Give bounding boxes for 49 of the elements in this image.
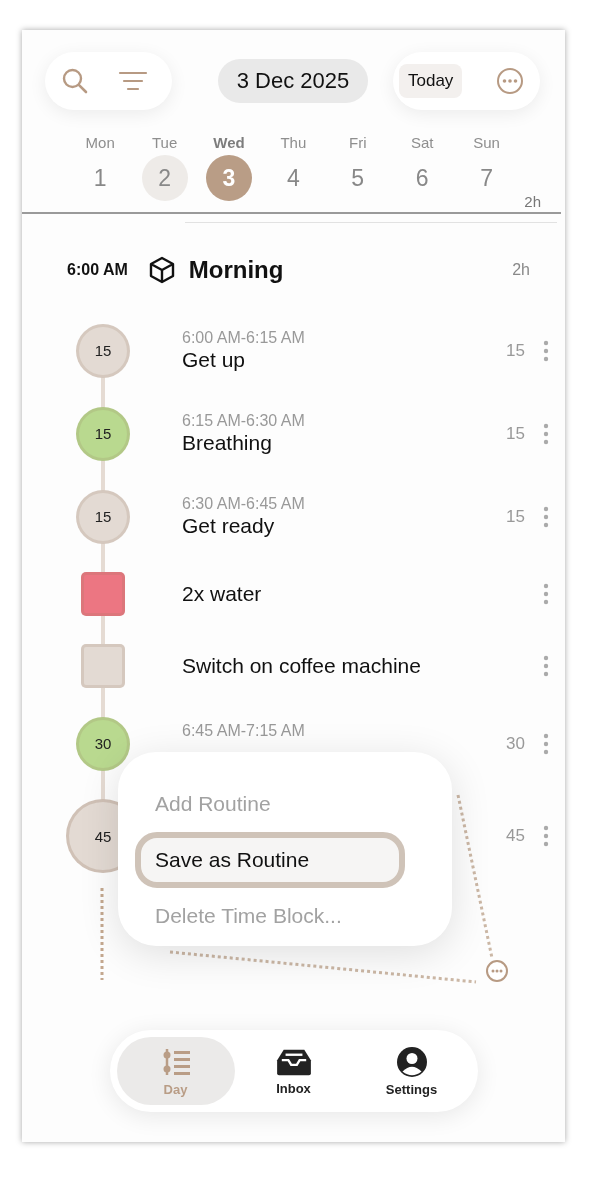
task-duration: 30 [506,733,525,754]
task-checkbox[interactable] [81,572,125,616]
weekday-label: Tue [151,134,178,152]
kebab-menu-icon[interactable] [543,825,549,847]
section-duration: 2h [512,261,530,279]
search-icon[interactable] [61,67,89,95]
kebab-menu-icon[interactable] [543,732,549,755]
time-range: 6:15 AM-6:30 AM [182,411,306,430]
weekday-label: Wed [213,134,245,152]
task-checkbox[interactable] [81,644,125,688]
task-duration: 15 [506,506,525,527]
section-title: Morning [188,256,284,284]
more-icon[interactable] [486,960,508,982]
task-title: Breathing [182,430,273,456]
weekday-label: Sat [410,134,434,152]
weekday-label: Fri [349,134,367,152]
task-duration: 45 [506,826,525,846]
time-range: 6:00 AM-6:15 AM [182,328,306,347]
task-duration: 15 [506,423,525,444]
duration-circle[interactable]: 15 [76,323,130,378]
menu-item[interactable]: Save as Routine [135,832,405,888]
kebab-menu-icon[interactable] [543,422,549,445]
duration-circle[interactable]: 30 [76,716,130,771]
duration-circle[interactable]: 15 [76,406,130,461]
week-total: 2h [524,193,541,211]
date-button[interactable]: 3 Dec 2025 [218,59,368,103]
weekday-label: Mon [85,134,115,152]
section-time: 6:00 AM [67,261,128,279]
day-number[interactable]: 6 [399,155,446,201]
kebab-menu-icon[interactable] [543,583,549,605]
task-title: Switch on coffee machine [182,653,422,679]
time-range: 6:30 AM-6:45 AM [182,494,306,513]
tab-item[interactable]: Inbox [234,1037,353,1105]
task-title: Get ready [182,513,276,539]
today-button[interactable]: Today [399,64,463,98]
kebab-menu-icon[interactable] [543,655,549,677]
time-range: 6:45 AM-7:15 AM [182,721,306,740]
filter-icon[interactable] [118,70,148,92]
task-title: 2x water [182,581,263,607]
kebab-menu-icon[interactable] [543,505,549,528]
weekday-label: Thu [280,134,307,152]
duration-circle[interactable]: 15 [76,489,130,544]
tab-item[interactable]: Settings [352,1037,471,1105]
account-icon [395,1045,428,1078]
weekday-label: Sun [473,134,500,152]
task-title: Get up [182,347,247,373]
kebab-menu-icon[interactable] [543,339,549,362]
more-icon[interactable] [496,67,524,95]
task-duration: 15 [506,340,525,361]
